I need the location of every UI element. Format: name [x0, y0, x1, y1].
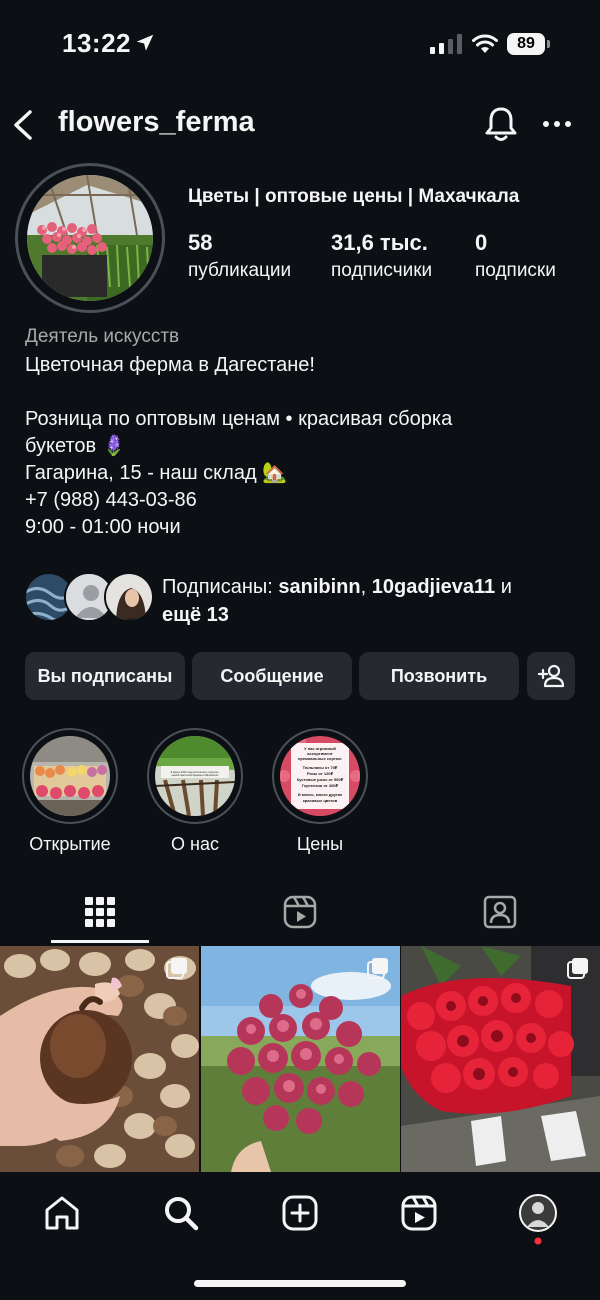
- stat-following-label: подписки: [475, 260, 556, 281]
- profile-actions: Вы подписаны Сообщение Позвонить: [0, 652, 600, 700]
- cellular-signal-icon: [430, 34, 462, 54]
- price-card-line: Гортензии от 300₽: [302, 783, 339, 788]
- stat-following[interactable]: 0 подписки: [475, 230, 556, 282]
- stat-posts-value: 58: [188, 230, 213, 255]
- highlight-prices[interactable]: У нас огромный ассортимент премиальных с…: [270, 728, 370, 855]
- battery-level: 89: [507, 33, 545, 55]
- back-arrow-icon[interactable]: [10, 108, 38, 142]
- followed-by-and: и: [495, 576, 512, 598]
- tagged-person-icon: [483, 895, 517, 929]
- create-post-icon[interactable]: [280, 1193, 320, 1233]
- grid-icon: [85, 897, 115, 927]
- carousel-icon: [367, 958, 388, 979]
- followed-by-text: Подписаны: sanibinn, 10gadjieva11 и ещё 1…: [162, 573, 582, 629]
- profile-bio: Цветочная ферма в Дагестане! Розница по …: [25, 352, 585, 541]
- followed-by-more[interactable]: ещё 13: [162, 604, 229, 626]
- followed-by-user[interactable]: 10gadjieva11: [372, 576, 495, 598]
- location-arrow-icon: [136, 34, 154, 51]
- carousel-icon: [567, 958, 588, 979]
- home-icon[interactable]: [42, 1193, 82, 1233]
- highlight-about-text-line: нашей цветочной фермы в Махачкале!: [171, 773, 218, 777]
- message-button[interactable]: Сообщение: [192, 652, 352, 700]
- stat-followers-value: 31,6 тыс.: [331, 230, 428, 255]
- wifi-icon: [472, 34, 498, 53]
- stat-followers-label: подписчики: [331, 260, 433, 281]
- post-thumbnail[interactable]: [201, 946, 400, 1172]
- price-card-line: И много, много других: [298, 792, 343, 797]
- highlight-about[interactable]: 8 марта 2023 года состоялось открытие на…: [145, 728, 245, 855]
- search-icon[interactable]: [161, 1193, 201, 1233]
- stat-followers[interactable]: 31,6 тыс. подписчики: [331, 230, 432, 282]
- highlight-label: Открытие: [29, 834, 111, 854]
- bio-line: Цветочная ферма в Дагестане!: [25, 354, 315, 376]
- profile-display-name: Цветы | оптовые цены | Махачкала: [188, 186, 520, 207]
- highlight-label: О нас: [171, 834, 219, 854]
- following-button[interactable]: Вы подписаны: [25, 652, 185, 700]
- battery-nub: [547, 40, 550, 48]
- bio-line: 9:00 - 01:00 ночи: [25, 516, 181, 538]
- active-tab-indicator: [51, 940, 149, 943]
- story-highlights: Открытие 8 марта 2023 года состоялось от…: [0, 728, 600, 858]
- bio-line: Гагарина, 15 - наш склад 🏡: [25, 462, 288, 484]
- carousel-icon: [166, 958, 187, 979]
- notification-bell-icon[interactable]: [483, 105, 519, 143]
- price-card-line: Кустовые розы от 500₽: [297, 777, 344, 782]
- home-indicator[interactable]: [194, 1280, 406, 1287]
- avatar-image: [27, 175, 153, 301]
- posts-grid: [0, 946, 600, 1172]
- status-time: 13:22: [62, 28, 131, 58]
- highlight-label: Цены: [296, 834, 344, 854]
- battery-indicator: 89: [507, 33, 551, 55]
- profile-header: flowers_ferma: [0, 100, 600, 150]
- price-card-line: красивых цветов: [303, 798, 338, 803]
- profile-tabs: [0, 882, 600, 944]
- bottom-navigation: [0, 1175, 600, 1255]
- post-thumbnail[interactable]: [0, 946, 199, 1172]
- more-options-icon[interactable]: [540, 112, 574, 136]
- bio-line: букетов 🪻: [25, 435, 127, 457]
- highlight-cover: [30, 736, 110, 816]
- notification-dot-icon: [534, 1237, 542, 1245]
- stat-following-value: 0: [475, 230, 488, 255]
- bio-line: Розница по оптовым ценам • красивая сбор…: [25, 408, 453, 430]
- followed-by-prefix: Подписаны:: [162, 576, 279, 598]
- highlight-ring: 8 марта 2023 года состоялось открытие на…: [147, 728, 243, 824]
- highlight-opening[interactable]: Открытие: [20, 728, 120, 855]
- tab-tagged[interactable]: [400, 882, 600, 944]
- post-thumbnail[interactable]: [401, 946, 600, 1172]
- bio-phone[interactable]: +7 (988) 443-03-86: [25, 487, 585, 514]
- profile-category: Деятель искусств: [25, 326, 180, 347]
- highlight-cover: У нас огромный ассортимент премиальных с…: [280, 736, 360, 816]
- followed-by-separator: ,: [360, 576, 372, 598]
- profile-avatar[interactable]: [15, 163, 165, 313]
- suggest-people-button[interactable]: [527, 652, 575, 700]
- price-card-line: Тюльпаны от 70₽: [303, 765, 338, 770]
- bio-line: [25, 379, 585, 406]
- tab-reels[interactable]: [200, 882, 400, 944]
- status-bar: 13:22 89: [0, 0, 600, 90]
- tab-posts-grid[interactable]: [0, 882, 200, 944]
- price-card-line: премиальных сортов:: [298, 756, 342, 761]
- reels-icon: [283, 895, 317, 929]
- followed-by-row[interactable]: Подписаны: sanibinn, 10gadjieva11 и ещё 1…: [24, 570, 584, 626]
- profile-nav-avatar[interactable]: [518, 1193, 558, 1245]
- follower-avatar: [104, 572, 154, 622]
- followed-by-user[interactable]: sanibinn: [278, 576, 360, 598]
- add-person-icon: [537, 664, 565, 688]
- stat-posts[interactable]: 58 публикации: [188, 230, 291, 282]
- stat-posts-label: публикации: [188, 260, 292, 281]
- header-username: flowers_ferma: [58, 106, 255, 138]
- highlight-about-text: 8 марта 2023 года состоялось открытие на…: [171, 770, 220, 777]
- price-card-line: Розы от 120₽: [307, 771, 334, 776]
- highlight-ring: У нас огромный ассортимент премиальных с…: [272, 728, 368, 824]
- reels-nav-icon[interactable]: [399, 1193, 439, 1233]
- highlight-cover: 8 марта 2023 года состоялось открытие на…: [155, 736, 235, 816]
- call-button[interactable]: Позвонить: [359, 652, 519, 700]
- highlight-ring: [22, 728, 118, 824]
